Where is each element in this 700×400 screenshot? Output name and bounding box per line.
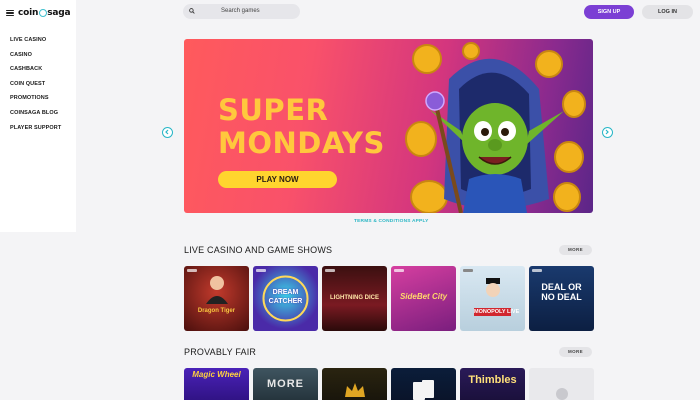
- carousel-prev-button[interactable]: [162, 127, 173, 138]
- tile-title: Thimbles: [468, 374, 517, 386]
- logo-text-right: saga: [47, 8, 71, 18]
- dealer-image: [206, 276, 228, 304]
- menu-icon[interactable]: [6, 9, 14, 17]
- sidebar-item-blog[interactable]: COINSAGA BLOG: [10, 109, 61, 124]
- game-tile-deal-or-no-deal[interactable]: DEAL OR NO DEAL: [529, 266, 594, 331]
- provider-badge: [532, 269, 542, 272]
- chevron-right-icon: [605, 129, 609, 135]
- sidebar-nav: LIVE CASINO CASINO CASHBACK COIN QUEST P…: [10, 36, 61, 138]
- sidebar-item-player-support[interactable]: PLAYER SUPPORT: [10, 124, 61, 139]
- game-tile-magic-wheel[interactable]: Magic Wheel: [184, 368, 249, 400]
- provider-badge: [463, 269, 473, 272]
- logo[interactable]: coin saga: [18, 8, 71, 18]
- game-tile-dream-catcher[interactable]: DREAM CATCHER: [253, 266, 318, 331]
- tile-title: MONOPOLY LIVE: [474, 308, 520, 316]
- placeholder-icon: [556, 388, 568, 400]
- crown-icon: [345, 383, 365, 397]
- mr-monopoly-image: [486, 278, 500, 297]
- provider-badge: [325, 269, 335, 272]
- play-now-button[interactable]: PLAY NOW: [218, 171, 337, 188]
- game-tile-loading[interactable]: [529, 368, 594, 400]
- provider-badge: [256, 269, 266, 272]
- logo-row: coin saga: [6, 6, 71, 20]
- tile-title: DREAM CATCHER: [268, 289, 303, 305]
- game-tile-more-less[interactable]: MORE: [253, 368, 318, 400]
- game-tile-dragon-tiger[interactable]: Dragon Tiger: [184, 266, 249, 331]
- game-tile-monopoly-live[interactable]: MONOPOLY LIVE: [460, 266, 525, 331]
- game-tile-side-bet-city[interactable]: SideBet City: [391, 266, 456, 331]
- sidebar-item-casino[interactable]: CASINO: [10, 51, 61, 66]
- terms-link[interactable]: TERMS & CONDITIONS APPLY: [354, 219, 429, 224]
- game-tile-thimbles[interactable]: Thimbles: [460, 368, 525, 400]
- more-button-provably-fair[interactable]: MORE: [559, 347, 592, 357]
- game-tile-cards-game[interactable]: [391, 368, 456, 400]
- provably-fair-tiles: Magic Wheel MORE Thimbles: [184, 368, 594, 400]
- logo-text-left: coin: [18, 8, 39, 18]
- game-tile-crown-game[interactable]: [322, 368, 387, 400]
- banner-title: SUPER MONDAYS: [218, 94, 385, 160]
- provider-badge: [394, 269, 404, 272]
- search-icon: [189, 8, 195, 14]
- tile-title: Magic Wheel: [192, 370, 241, 379]
- sidebar-item-coin-quest[interactable]: COIN QUEST: [10, 80, 61, 95]
- tile-title: SideBet City: [399, 292, 448, 301]
- tile-title: MORE: [267, 378, 304, 390]
- login-button[interactable]: LOG IN: [642, 5, 693, 19]
- more-button-live-casino[interactable]: MORE: [559, 245, 592, 255]
- tile-title: DEAL OR NO DEAL: [541, 282, 582, 302]
- tile-title: LIGHTNING DICE: [330, 295, 379, 301]
- signup-button[interactable]: SIGN UP: [584, 5, 634, 19]
- search-input[interactable]: Search games: [183, 4, 300, 19]
- search-placeholder: Search games: [221, 8, 260, 14]
- chevron-left-icon: [165, 129, 169, 135]
- goblin-wizard-illustration: [405, 42, 586, 213]
- banner-title-line2: MONDAYS: [218, 126, 385, 160]
- sidebar-item-live-casino[interactable]: LIVE CASINO: [10, 36, 61, 51]
- logo-coin-icon: [38, 9, 47, 17]
- sidebar-item-promotions[interactable]: PROMOTIONS: [10, 94, 61, 109]
- live-casino-tiles: Dragon Tiger DREAM CATCHER LIGHTNING DIC…: [184, 266, 594, 331]
- section-title-live-casino: LIVE CASINO AND GAME SHOWS: [184, 245, 333, 255]
- provider-badge: [187, 269, 197, 272]
- promo-banner[interactable]: SUPER MONDAYS PLAY NOW: [184, 39, 593, 213]
- sidebar-item-cashback[interactable]: CASHBACK: [10, 65, 61, 80]
- banner-title-line1: SUPER: [218, 93, 329, 127]
- sidebar: coin saga LIVE CASINO CASINO CASHBACK COI…: [0, 0, 76, 232]
- carousel-next-button[interactable]: [602, 127, 613, 138]
- game-tile-lightning-dice[interactable]: LIGHTNING DICE: [322, 266, 387, 331]
- section-title-provably-fair: PROVABLY FAIR: [184, 347, 257, 357]
- playing-cards-icon: [413, 380, 434, 400]
- tile-title: Dragon Tiger: [197, 308, 236, 314]
